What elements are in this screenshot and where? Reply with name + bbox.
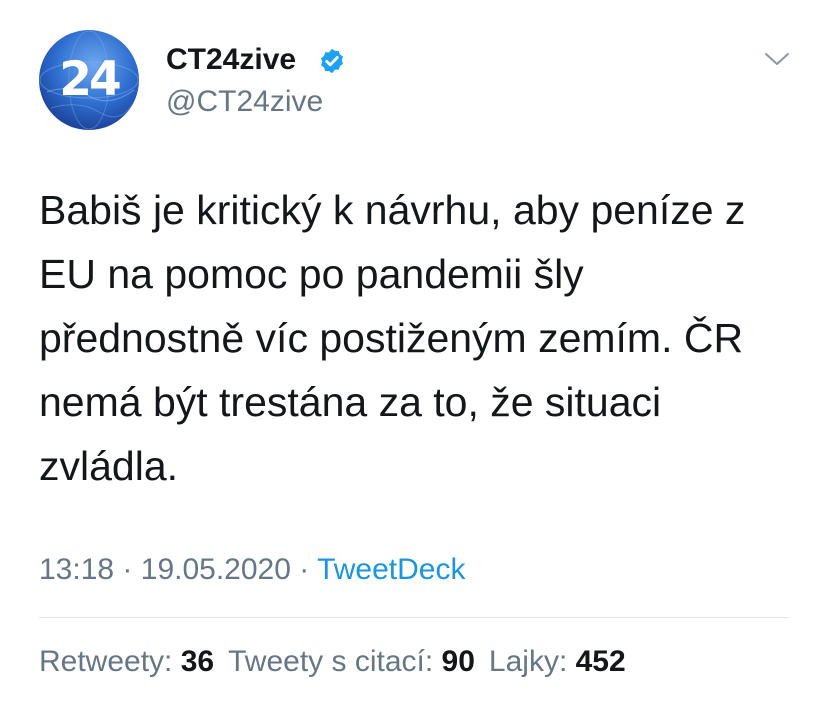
retweets-count: 36 xyxy=(180,645,215,678)
tweet-time[interactable]: 13:18 xyxy=(39,553,114,586)
retweets-stat[interactable]: Retweety: 36 xyxy=(39,645,214,678)
meta-separator: · xyxy=(299,553,310,586)
retweets-label: Retweety: xyxy=(39,645,173,678)
quotes-count: 90 xyxy=(441,645,475,678)
verified-badge-icon xyxy=(321,48,343,74)
display-name[interactable]: CT24zive xyxy=(166,40,296,80)
tweet-meta: 13:18 · 19.05.2020 · TweetDeck xyxy=(39,550,465,590)
quotes-stat[interactable]: Tweety s citací: 90 xyxy=(228,645,475,678)
avatar-logo-text: 24 xyxy=(59,52,121,107)
likes-stat[interactable]: Lajky: 452 xyxy=(489,645,626,678)
meta-separator: · xyxy=(122,553,133,586)
chevron-down-icon[interactable] xyxy=(764,50,790,68)
likes-label: Lajky: xyxy=(488,645,568,678)
tweet-stats: Retweety: 36 Tweety s citací: 90 Lajky: 45… xyxy=(39,642,626,682)
tweet-text: Babiš je kritický k návrhu, aby peníze z… xyxy=(39,187,746,489)
tweet-card: 24 CT24zive @CT24zive Babiš je kritický … xyxy=(0,0,828,701)
user-handle[interactable]: @CT24zive xyxy=(166,82,323,122)
quotes-label: Tweety s citací: xyxy=(228,645,434,678)
avatar[interactable]: 24 xyxy=(39,30,139,130)
tweet-date[interactable]: 19.05.2020 xyxy=(141,553,291,586)
divider xyxy=(39,617,789,618)
tweet-source-link[interactable]: TweetDeck xyxy=(317,553,465,586)
likes-count: 452 xyxy=(575,645,626,678)
